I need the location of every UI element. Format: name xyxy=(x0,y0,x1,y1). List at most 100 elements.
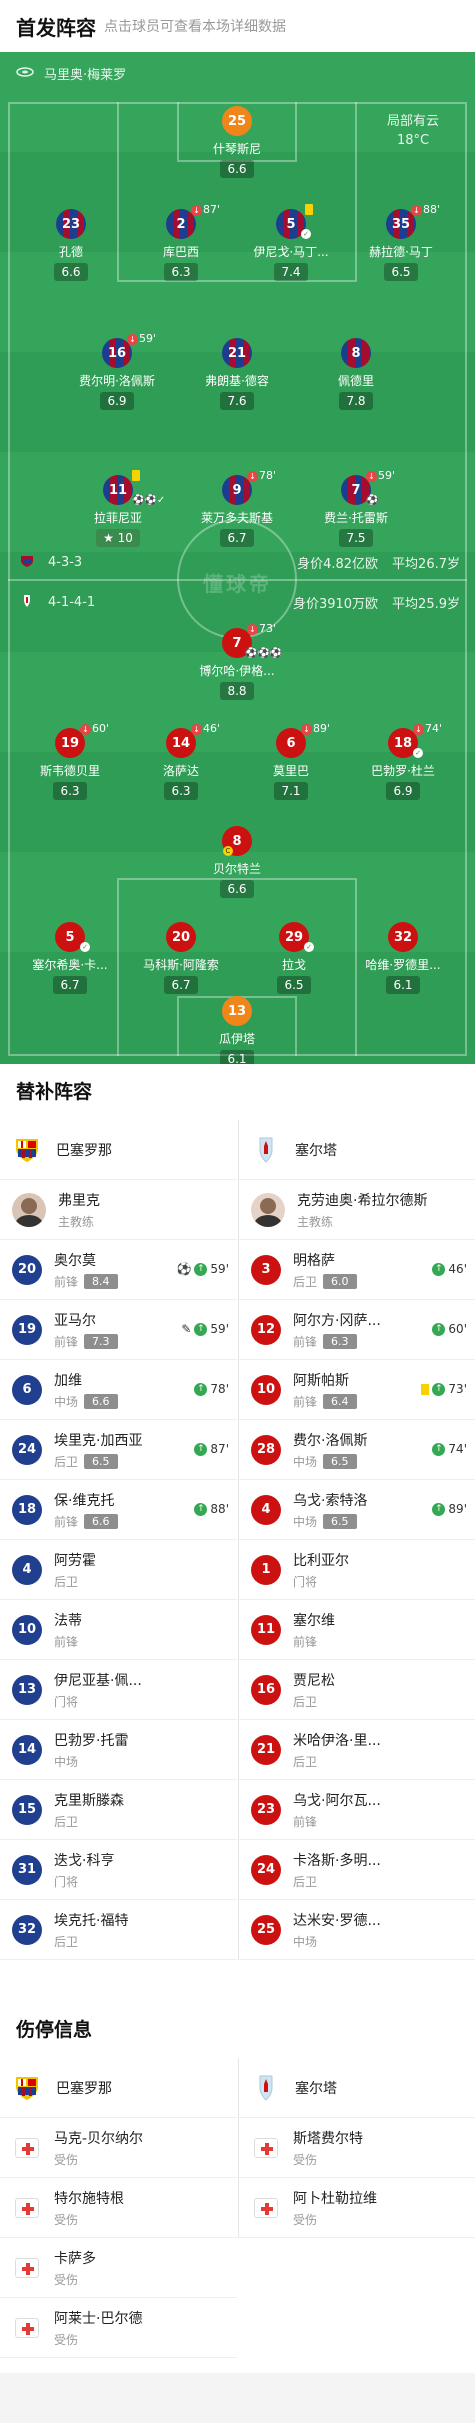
player-barca-lw[interactable]: 7 ↓ 59' ⚽ 费兰·托雷斯 7.5 xyxy=(302,469,410,547)
sub-off-icon: ↓ xyxy=(366,470,377,482)
sub-player-row[interactable]: 32 埃克托·福特 后卫 xyxy=(0,1900,237,1960)
injury-status: 受伤 xyxy=(293,2212,318,2227)
player-position: 后卫 xyxy=(293,1874,318,1889)
player-number: 11 xyxy=(251,1614,281,1645)
pitch: 马里奥·梅莱罗 局部有云 18°C 25 什琴斯尼 6.6 23 孔德 6.6 … xyxy=(0,52,475,1064)
celta-formation: 4-1-4-1 xyxy=(48,595,96,610)
sub-minute: 73' xyxy=(448,1382,467,1396)
yellow-card-icon xyxy=(305,204,313,215)
coach-role: 主教练 xyxy=(58,1214,95,1229)
player-number: 32 xyxy=(12,1914,42,1945)
player-barca-cm3[interactable]: 8 佩德里 7.8 xyxy=(302,338,410,410)
venue-name: 马里奥·梅莱罗 xyxy=(44,68,127,83)
injury-row[interactable]: 特尔施特根 受伤 xyxy=(0,2178,237,2238)
player-name: 乌戈·阿尔瓦... xyxy=(293,1792,381,1809)
player-barca-lb[interactable]: 35 ↓ 88' 赫拉德·马丁 6.5 xyxy=(347,203,455,281)
player-celta-cb1[interactable]: 20 马科斯·阿隆索 6.7 xyxy=(127,922,235,994)
player-celta-rb[interactable]: 5 ✓ 塞尔希奥·卡... 6.7 xyxy=(16,922,124,994)
player-name: 佩德里 xyxy=(337,374,374,388)
player-barca-cb1[interactable]: 2 ↓ 87' 库巴西 6.3 xyxy=(127,203,235,281)
sub-player-row[interactable]: 16 贾尼松 后卫 xyxy=(239,1660,475,1720)
player-position: 后卫 xyxy=(54,1574,79,1589)
player-name: 贾尼松 xyxy=(293,1672,335,1689)
stadium-icon xyxy=(16,66,34,82)
sub-player-row[interactable]: 13 伊尼亚基·佩... 门将 xyxy=(0,1660,237,1720)
sub-off-indicator: ↓ 59' xyxy=(127,332,156,345)
player-celta-dm[interactable]: 8 C 贝尔特兰 6.6 xyxy=(183,826,291,898)
sub-player-row[interactable]: 18 保·维克托 前锋 6.6 ↑ 88' xyxy=(0,1480,237,1540)
player-number: 11 xyxy=(103,475,133,505)
yellow-card-icon xyxy=(421,1383,430,1395)
sub-player-row[interactable]: 25 达米安·罗德... 中场 xyxy=(239,1900,475,1960)
injury-row[interactable]: 阿莱士·巴尔德 受伤 xyxy=(0,2298,237,2358)
sub-player-row[interactable]: 1 比利亚尔 门将 xyxy=(239,1540,475,1600)
player-celta-lm[interactable]: 18 ↓ 74' ✓ 巴勃罗·杜兰 6.9 xyxy=(349,722,457,800)
sub-player-row[interactable]: 12 阿尔方·冈萨... 前锋 6.3 ↑ 60' xyxy=(239,1300,475,1360)
barca-coach-row[interactable]: 弗里克 主教练 xyxy=(0,1180,237,1240)
injury-row[interactable]: 马克-贝尔纳尔 受伤 xyxy=(0,2118,237,2178)
player-barca-gk[interactable]: 25 什琴斯尼 6.6 xyxy=(183,106,291,178)
player-position: 门将 xyxy=(54,1874,79,1889)
sub-off-icon: ↓ xyxy=(127,333,138,345)
sub-player-row[interactable]: 14 巴勃罗·托雷 中场 xyxy=(0,1720,237,1780)
sub-player-row[interactable]: 10 法蒂 前锋 xyxy=(0,1600,237,1660)
sub-player-row[interactable]: 21 米哈伊洛·里... 后卫 xyxy=(239,1720,475,1780)
sub-player-row[interactable]: 24 卡洛斯·多明... 后卫 xyxy=(239,1840,475,1900)
player-barca-cb2[interactable]: 5 ✓ 伊尼戈·马丁... 7.4 xyxy=(237,204,345,281)
player-celta-gk[interactable]: 13 瓜伊塔 6.1 xyxy=(183,996,291,1064)
injury-status: 受伤 xyxy=(54,2212,79,2227)
section-title-subs: 替补阵容 xyxy=(0,1064,475,1116)
player-celta-rm[interactable]: 19 ↓ 60' 斯韦德贝里 6.3 xyxy=(16,722,124,800)
sub-player-row[interactable]: 31 迭戈·科亨 门将 xyxy=(0,1840,237,1900)
sub-on-icon: ↑ xyxy=(432,1502,446,1516)
player-celta-st[interactable]: 7 ↓ 73' ⚽⚽⚽ 博尔哈·伊格... 8.8 xyxy=(183,622,291,700)
player-celta-cm2[interactable]: 6 ↓ 89' 莫里巴 7.1 xyxy=(237,722,345,800)
sub-event: ↑ 74' xyxy=(432,1442,467,1456)
sub-player-row[interactable]: 3 明格萨 后卫 6.0 ↑ 46' xyxy=(239,1240,475,1300)
player-name: 马克-贝尔纳尔 xyxy=(54,2130,144,2147)
player-number: 10 xyxy=(12,1614,42,1645)
sub-minute: 87' xyxy=(210,1442,229,1456)
player-number: 25 xyxy=(251,1914,281,1945)
injury-status: 受伤 xyxy=(54,2272,79,2287)
barca-team-row: 巴塞罗那 xyxy=(0,1120,237,1180)
star-icon: ★ xyxy=(103,531,118,545)
sub-player-row[interactable]: 24 埃里克·加西亚 后卫 6.5 ↑ 87' xyxy=(0,1420,237,1480)
player-number: 8 xyxy=(341,338,371,368)
player-name: 保·维克托 xyxy=(54,1492,115,1509)
injury-row[interactable]: 斯塔费尔特 受伤 xyxy=(239,2118,475,2178)
sub-on-icon: ↑ xyxy=(194,1382,208,1396)
celta-coach-row[interactable]: 克劳迪奥·希拉尔德斯 主教练 xyxy=(239,1180,475,1240)
sub-player-row[interactable]: 15 克里斯滕森 后卫 xyxy=(0,1780,237,1840)
player-barca-cm1[interactable]: 16 ↓ 59' 费尔明·洛佩斯 6.9 xyxy=(63,332,171,410)
sub-event: ↑ 60' xyxy=(432,1322,467,1336)
player-position: 中场 xyxy=(54,1394,79,1409)
player-celta-lb[interactable]: 32 哈维·罗德里... 6.1 xyxy=(349,922,457,994)
injury-row[interactable]: 卡萨多 受伤 xyxy=(0,2238,237,2298)
injury-row[interactable]: 阿卜杜勒拉维 受伤 xyxy=(239,2178,475,2238)
player-name: 伊尼亚基·佩... xyxy=(54,1672,142,1689)
player-barca-st[interactable]: 9 ↓ 78' 莱万多夫斯基 6.7 xyxy=(183,469,291,547)
sub-player-row[interactable]: 28 费尔·洛佩斯 中场 6.5 ↑ 74' xyxy=(239,1420,475,1480)
sub-player-row[interactable]: 4 乌戈·索特洛 中场 6.5 ↑ 89' xyxy=(239,1480,475,1540)
sub-on-icon: ↑ xyxy=(194,1322,208,1336)
player-barca-cm2[interactable]: 21 弗朗基·德容 7.6 xyxy=(183,338,291,410)
player-barca-rw[interactable]: 11 ⚽⚽✓ 拉菲尼亚 ★ 10 xyxy=(64,470,172,547)
player-name: 巴勃罗·杜兰 xyxy=(371,764,435,778)
player-barca-rb[interactable]: 23 孔德 6.6 xyxy=(17,209,125,281)
player-name: 瓜伊塔 xyxy=(218,1032,255,1046)
sub-player-row[interactable]: 20 奥尔莫 前锋 8.4 ⚽ ↑ 59' xyxy=(0,1240,237,1300)
sub-player-row[interactable]: 10 阿斯帕斯 前锋 6.4 ↑ 73' xyxy=(239,1360,475,1420)
sub-off-icon: ↓ xyxy=(247,470,258,482)
sub-player-row[interactable]: 19 亚马尔 前锋 7.3 ✎ ↑ 59' xyxy=(0,1300,237,1360)
player-name: 奥尔莫 xyxy=(54,1252,96,1269)
sub-minute: 46' xyxy=(448,1262,467,1276)
player-celta-cb2[interactable]: 29 ✓ 拉戈 6.5 xyxy=(240,922,348,994)
sub-minute: 59' xyxy=(210,1262,229,1276)
sub-player-row[interactable]: 11 塞尔维 前锋 xyxy=(239,1600,475,1660)
sub-player-row[interactable]: 4 阿劳霍 后卫 xyxy=(0,1540,237,1600)
sub-player-row[interactable]: 23 乌戈·阿尔瓦... 前锋 xyxy=(239,1780,475,1840)
injury-status: 受伤 xyxy=(54,2332,79,2347)
player-celta-cm1[interactable]: 14 ↓ 46' 洛萨达 6.3 xyxy=(127,722,235,800)
sub-player-row[interactable]: 6 加维 中场 6.6 ↑ 78' xyxy=(0,1360,237,1420)
